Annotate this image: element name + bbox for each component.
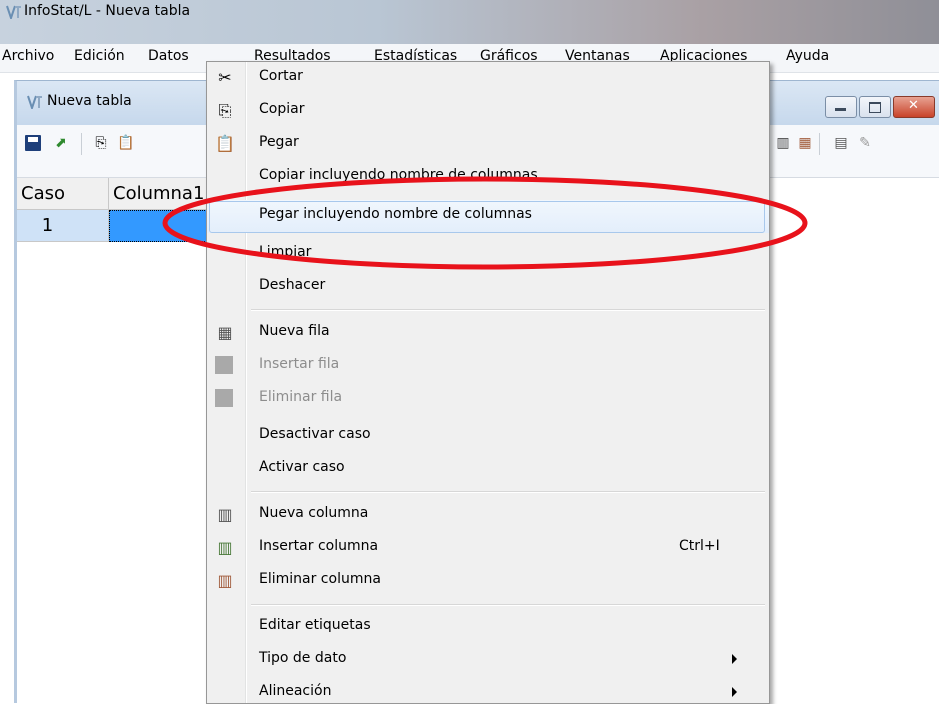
menu-separator (251, 604, 765, 606)
new-column-icon: ▥ (217, 505, 233, 524)
menu-item-deshacer[interactable]: Deshacer (207, 271, 769, 304)
paste-icon[interactable]: 📋 (117, 135, 134, 151)
menu-item-copiar[interactable]: ⎘ Copiar (207, 95, 769, 128)
delete-column-icon[interactable]: ▦ (797, 135, 813, 151)
toolbar-separator (819, 133, 820, 155)
insert-column-icon: ▥ (217, 538, 233, 557)
app-title-bar: InfoStat/L - Nueva tabla (0, 0, 939, 44)
menu-item-insertar-fila[interactable]: Insertar fila (207, 350, 769, 383)
menu-edicion[interactable]: Edición (74, 48, 125, 64)
menu-item-label: Cortar (259, 68, 303, 84)
menu-item-label: Pegar (259, 134, 299, 150)
maximize-button[interactable] (859, 96, 891, 118)
menu-item-nueva-columna[interactable]: ▥ Nueva columna (207, 499, 769, 532)
menu-item-nueva-fila[interactable]: ▦ Nueva fila (207, 317, 769, 350)
menu-item-activar-caso[interactable]: Activar caso (207, 453, 769, 486)
menu-item-label: Activar caso (259, 459, 345, 475)
table-window-title: Nueva tabla (47, 93, 132, 109)
delete-row-icon (215, 389, 233, 407)
toolbar-separator (81, 133, 82, 155)
menu-separator (251, 309, 765, 311)
edit-icon[interactable]: ✎ (857, 135, 873, 151)
menu-item-label: Editar etiquetas (259, 617, 371, 633)
menu-item-label: Eliminar fila (259, 389, 343, 405)
menu-item-label: Desactivar caso (259, 426, 371, 442)
menu-item-pegar[interactable]: 📋 Pegar (207, 128, 769, 161)
close-button[interactable]: ✕ (893, 96, 935, 118)
submenu-arrow-icon (732, 687, 737, 697)
properties-icon[interactable]: ▤ (833, 135, 849, 151)
menu-item-alineacion[interactable]: Alineación (207, 677, 769, 703)
menu-item-label: Copiar (259, 101, 305, 117)
insert-row-icon (215, 356, 233, 374)
menu-item-label: Tipo de dato (259, 650, 347, 666)
close-icon: ✕ (908, 98, 919, 113)
menu-item-eliminar-columna[interactable]: ▥ Eliminar columna (207, 565, 769, 598)
menu-item-label: Eliminar columna (259, 571, 381, 587)
menu-datos[interactable]: Datos (148, 48, 189, 64)
menu-item-label: Alineación (259, 683, 332, 699)
submenu-arrow-icon (732, 654, 737, 664)
menu-item-tipo-de-dato[interactable]: Tipo de dato (207, 644, 769, 677)
app-title: InfoStat/L - Nueva tabla (24, 3, 191, 19)
menu-item-label: Deshacer (259, 277, 326, 293)
minimize-icon (835, 108, 846, 111)
copy-icon[interactable]: ⎘ (93, 135, 109, 151)
new-row-icon: ▦ (217, 323, 233, 342)
menu-archivo[interactable]: Archivo (2, 48, 54, 64)
copy-icon: ⎘ (218, 101, 232, 120)
menu-item-label: Nueva fila (259, 323, 330, 339)
paste-icon: 📋 (215, 134, 235, 153)
export-icon[interactable]: ⬈ (53, 135, 69, 151)
scissors-icon: ✂ (218, 68, 232, 87)
context-menu: ✂ Cortar ⎘ Copiar 📋 Pegar Copiar incluye… (206, 61, 770, 704)
save-icon[interactable] (25, 135, 41, 151)
infostat-logo-icon (6, 5, 21, 19)
minimize-button[interactable] (825, 96, 857, 118)
column-icon[interactable]: ▥ (775, 135, 791, 151)
menu-item-eliminar-fila[interactable]: Eliminar fila (207, 383, 769, 416)
infostat-logo-icon (27, 95, 42, 109)
menu-item-label: Insertar columna (259, 538, 379, 554)
column-header-caso[interactable]: Caso (17, 178, 109, 210)
menu-separator (251, 491, 765, 493)
menu-item-editar-etiquetas[interactable]: Editar etiquetas (207, 611, 769, 644)
maximize-icon (869, 102, 881, 113)
delete-column-icon: ▥ (217, 571, 233, 590)
menu-item-label: Nueva columna (259, 505, 369, 521)
annotation-ellipse (162, 176, 808, 270)
menu-item-cortar[interactable]: ✂ Cortar (207, 62, 769, 95)
menu-ayuda[interactable]: Ayuda (786, 48, 829, 64)
shortcut-label: Ctrl+I (679, 538, 720, 554)
menu-item-insertar-columna[interactable]: ▥ Insertar columna Ctrl+I (207, 532, 769, 565)
menu-item-desactivar-caso[interactable]: Desactivar caso (207, 420, 769, 453)
menu-item-label: Insertar fila (259, 356, 340, 372)
row-header[interactable]: 1 (17, 210, 109, 242)
